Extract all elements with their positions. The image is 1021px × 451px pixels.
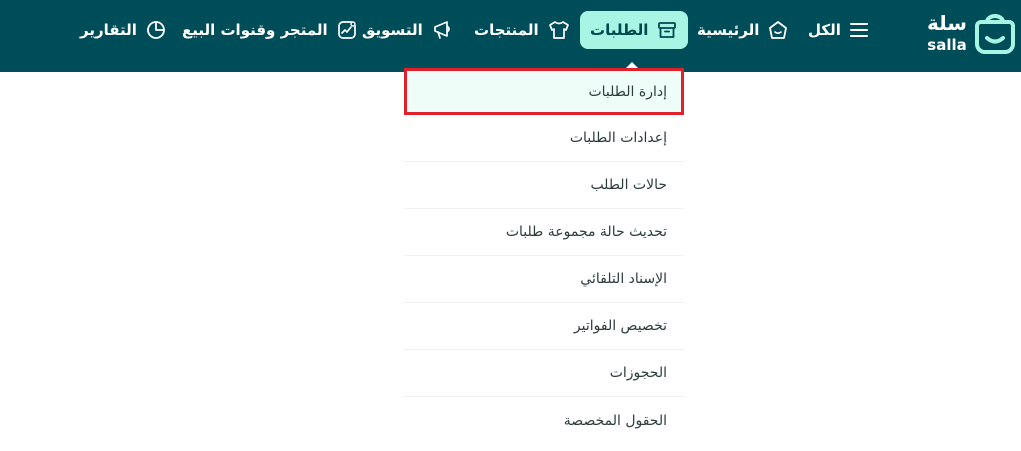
menu-item-label: إدارة الطلبات: [588, 83, 667, 100]
menu-item-label: إعدادات الطلبات: [569, 130, 667, 146]
menu-item-reservations[interactable]: الحجوزات: [404, 350, 684, 397]
store-chart-icon: [337, 21, 356, 39]
nav-item-home[interactable]: الرئيسية: [697, 11, 789, 49]
menu-item-label: تخصيص الفواتير: [573, 318, 667, 334]
nav-item-store-channels[interactable]: المتجر وقنوات البيع: [182, 11, 358, 49]
nav-item-orders[interactable]: الطلبات: [580, 11, 689, 49]
nav-label-home: الرئيسية: [697, 21, 760, 39]
menu-item-manage-orders[interactable]: إدارة الطلبات: [404, 68, 684, 115]
menu-item-label: تحديث حالة مجموعة طلبات: [505, 224, 667, 240]
bag-icon: [975, 14, 1015, 54]
nav-label-products: المنتجات: [474, 21, 539, 39]
menu-item-label: حالات الطلب: [590, 177, 667, 193]
nav-item-products[interactable]: المنتجات: [474, 11, 571, 49]
logo-text-arabic: سلة: [927, 11, 967, 35]
megaphone-icon: [433, 21, 450, 39]
nav-label-reports: التقارير: [80, 21, 137, 39]
salla-logo[interactable]: سلة salla: [925, 12, 1019, 62]
menu-item-bulk-status-update[interactable]: تحديث حالة مجموعة طلبات: [404, 209, 684, 256]
menu-icon: [849, 23, 868, 37]
menu-item-label: الحجوزات: [609, 365, 667, 381]
nav-label-store-channels: المتجر وقنوات البيع: [182, 21, 328, 39]
menu-item-invoice-customization[interactable]: تخصيص الفواتير: [404, 303, 684, 350]
menu-item-label: الحقول المخصصة: [563, 412, 667, 429]
menu-item-label: الإسناد التلقائي: [580, 271, 667, 287]
nav-item-reports[interactable]: التقارير: [80, 11, 167, 49]
nav-item-all[interactable]: الكل: [808, 11, 869, 49]
nav-label-marketing: التسويق: [362, 21, 423, 39]
menu-item-custom-fields[interactable]: الحقول المخصصة: [404, 397, 684, 444]
nav-label-orders: الطلبات: [590, 21, 649, 39]
logo-text-english: salla: [927, 36, 967, 54]
menu-item-order-statuses[interactable]: حالات الطلب: [404, 162, 684, 209]
shirt-icon: [548, 21, 569, 39]
menu-item-order-settings[interactable]: إعدادات الطلبات: [404, 115, 684, 162]
orders-dropdown-menu: إدارة الطلبات إعدادات الطلبات حالات الطل…: [404, 68, 684, 444]
top-navigation-bar: سلة salla الكل الرئيسية الطلبات المنتجات…: [0, 0, 1021, 72]
nav-label-all: الكل: [808, 21, 841, 39]
pie-chart-icon: [147, 21, 165, 39]
nav-item-marketing[interactable]: التسويق: [362, 11, 455, 49]
home-icon: [769, 21, 788, 39]
menu-item-auto-assignment[interactable]: الإسناد التلقائي: [404, 256, 684, 303]
box-icon: [658, 22, 677, 38]
